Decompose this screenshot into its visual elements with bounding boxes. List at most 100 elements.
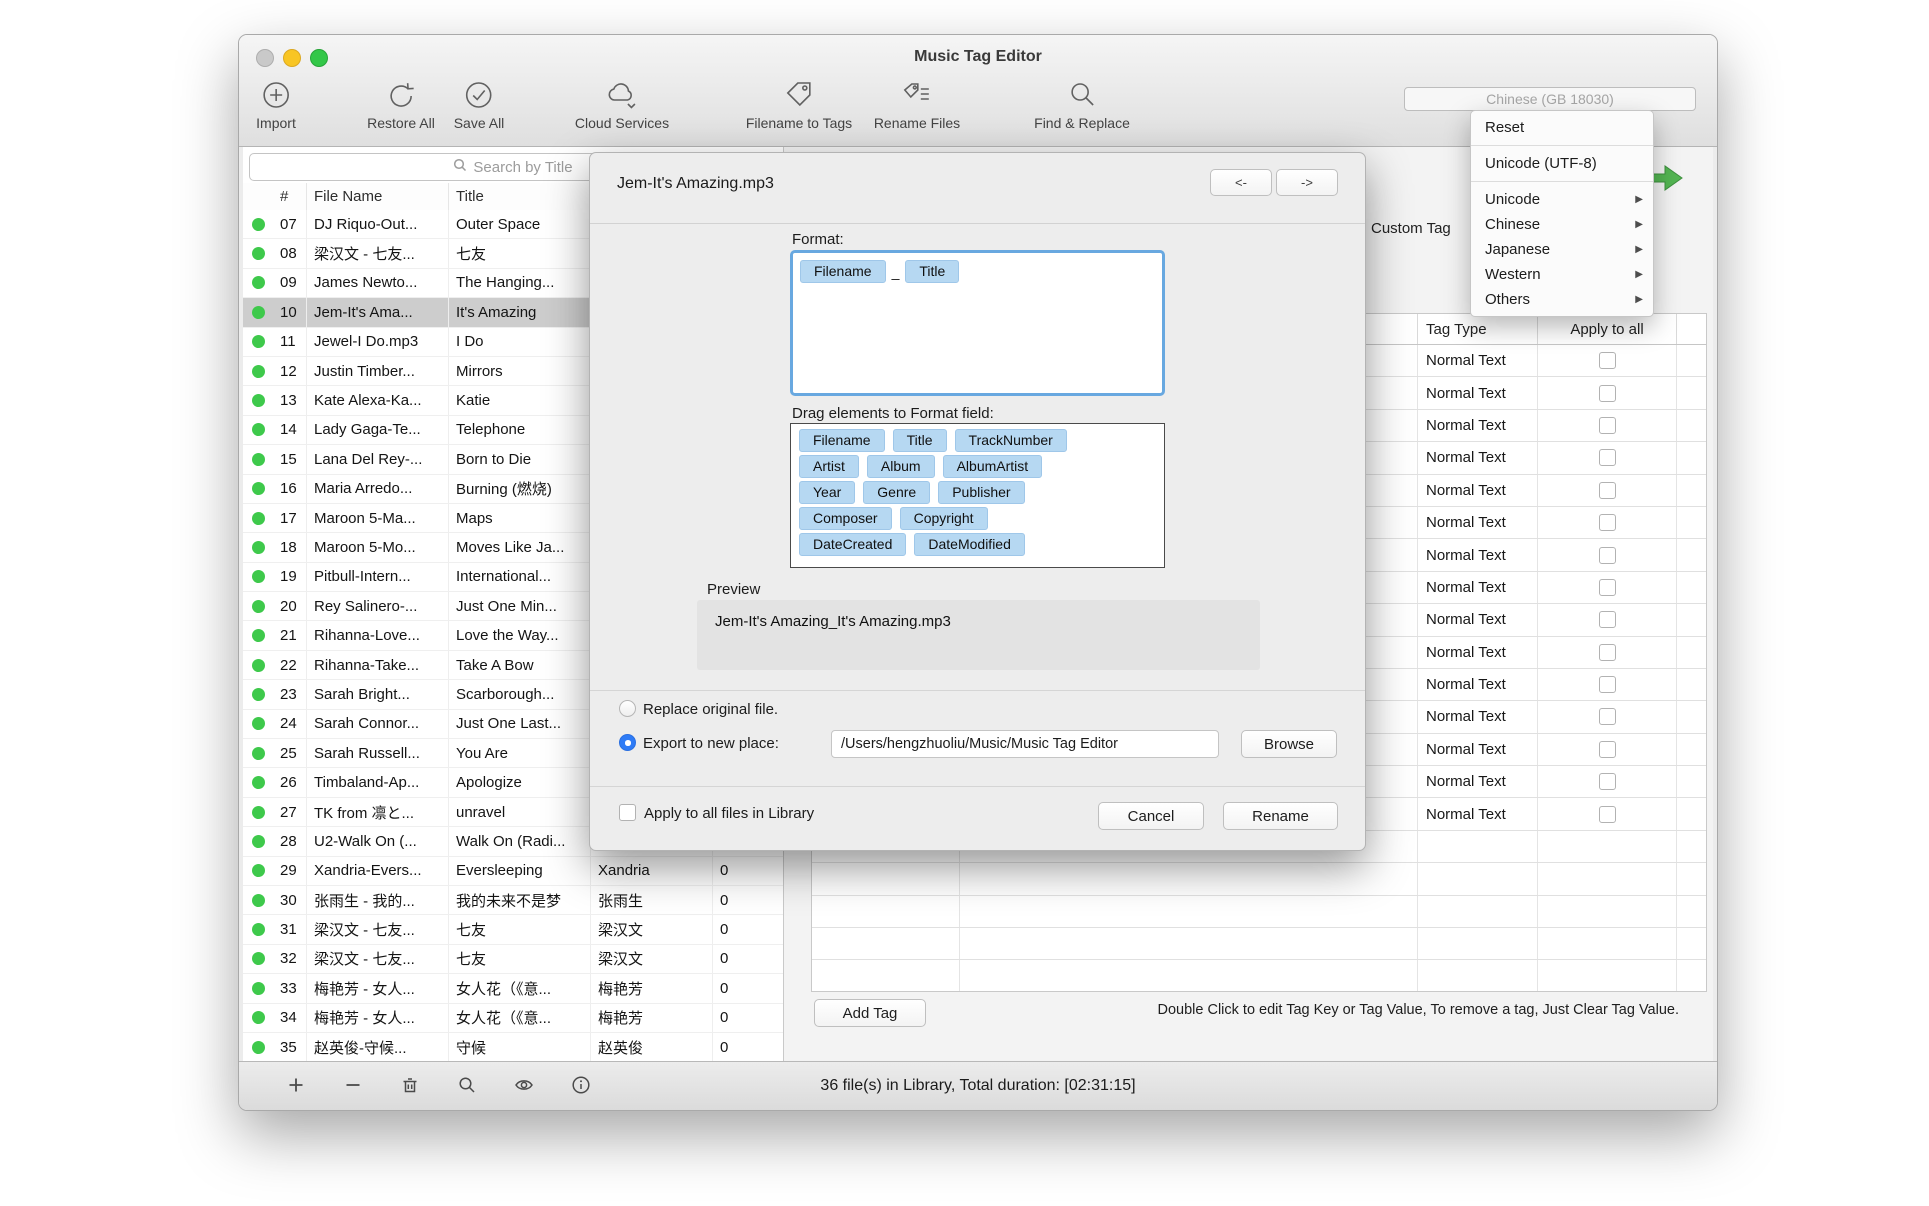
toolbar-rename-files-button[interactable]: Rename Files [874,79,960,131]
apply-checkbox[interactable] [1599,449,1616,466]
apply-all-label[interactable]: Apply to all files in Library [644,805,814,822]
tag-type-column-header[interactable]: Tag Type [1418,314,1538,344]
toolbar-save-all-button[interactable]: Save All [454,79,505,131]
menu-item-others[interactable]: Others▶ [1471,287,1653,312]
file-name-cell: James Newto... [307,269,449,297]
apply-to-all-column-header[interactable]: Apply to all [1538,314,1677,344]
element-token-composer[interactable]: Composer [799,507,892,530]
preview-eye-button[interactable] [514,1075,534,1095]
apply-checkbox[interactable] [1599,741,1616,758]
file-name-cell: Xandria-Evers... [307,857,449,885]
apply-checkbox[interactable] [1599,482,1616,499]
info-button[interactable] [571,1075,591,1095]
menu-item-chinese[interactable]: Chinese▶ [1471,212,1653,237]
tag-type-cell[interactable]: Normal Text [1418,604,1538,635]
tab-custom-tag[interactable]: Custom Tag [1371,220,1451,237]
cancel-button[interactable]: Cancel [1098,802,1204,830]
apply-checkbox[interactable] [1599,644,1616,661]
menu-item-western[interactable]: Western▶ [1471,262,1653,287]
export-new-place-radio[interactable] [619,734,636,751]
tag-type-cell[interactable]: Normal Text [1418,734,1538,765]
element-token-album[interactable]: Album [867,455,935,478]
format-field[interactable]: Filename_Title [790,250,1165,396]
element-token-artist[interactable]: Artist [799,455,859,478]
tag-type-cell[interactable]: Normal Text [1418,507,1538,538]
tag-type-cell[interactable]: Normal Text [1418,669,1538,700]
format-token-title[interactable]: Title [905,260,959,283]
element-token-publisher[interactable]: Publisher [938,481,1024,504]
tag-type-cell[interactable]: Normal Text [1418,766,1538,797]
tag-type-cell[interactable]: Normal Text [1418,442,1538,473]
previous-file-button[interactable]: <- [1210,169,1272,196]
apply-checkbox[interactable] [1599,579,1616,596]
encoding-field[interactable]: Chinese (GB 18030) [1404,87,1696,111]
element-token-genre[interactable]: Genre [863,481,930,504]
tag-type-cell[interactable]: Normal Text [1418,701,1538,732]
file-row[interactable]: 32梁汉文 - 七友...七友梁汉文0 [243,945,783,974]
element-token-copyright[interactable]: Copyright [900,507,988,530]
format-token-filename[interactable]: Filename [800,260,886,283]
trash-button[interactable] [400,1075,420,1095]
file-row[interactable]: 31梁汉文 - 七友...七友梁汉文0 [243,915,783,944]
apply-checkbox[interactable] [1599,611,1616,628]
menu-item-reset[interactable]: Reset [1471,115,1653,140]
menu-item-japanese[interactable]: Japanese▶ [1471,237,1653,262]
remove-file-button[interactable] [343,1075,363,1095]
toolbar-restore-all-button[interactable]: Restore All [367,79,435,131]
menu-item-unicode[interactable]: Unicode▶ [1471,187,1653,212]
tag-type-cell[interactable]: Normal Text [1418,475,1538,506]
browse-button[interactable]: Browse [1241,730,1337,758]
apply-checkbox[interactable] [1599,806,1616,823]
element-token-datecreated[interactable]: DateCreated [799,533,906,556]
apply-checkbox[interactable] [1599,676,1616,693]
element-token-tracknumber[interactable]: TrackNumber [955,429,1067,452]
tag-table-row[interactable] [812,896,1706,928]
tag-type-cell[interactable]: Normal Text [1418,377,1538,408]
tag-table-row[interactable] [812,960,1706,992]
element-token-filename[interactable]: Filename [799,429,885,452]
column-header-file-name[interactable]: File Name [307,183,449,210]
tag-type-cell[interactable]: Normal Text [1418,345,1538,376]
tag-table-row[interactable] [812,928,1706,960]
element-token-datemodified[interactable]: DateModified [914,533,1025,556]
next-file-button[interactable]: -> [1276,169,1338,196]
toolbar-find-replace-button[interactable]: Find & Replace [1034,79,1130,131]
element-token-albumartist[interactable]: AlbumArtist [943,455,1043,478]
element-token-title[interactable]: Title [893,429,947,452]
menu-item-unicode-utf-8-[interactable]: Unicode (UTF-8) [1471,151,1653,176]
add-file-button[interactable] [286,1075,306,1095]
apply-checkbox[interactable] [1599,547,1616,564]
search-library-button[interactable] [457,1075,477,1095]
apply-checkbox[interactable] [1599,514,1616,531]
export-path-field[interactable] [831,730,1219,758]
toolbar-import-button[interactable]: Import [256,79,296,131]
tag-type-cell[interactable]: Normal Text [1418,539,1538,570]
file-row[interactable]: 35赵英俊-守候...守候赵英俊0 [243,1033,783,1062]
toolbar-filename-to-tags-button[interactable]: Filename to Tags [746,79,852,131]
tag-type-cell[interactable]: Normal Text [1418,798,1538,829]
add-tag-button[interactable]: Add Tag [814,999,926,1027]
apply-checkbox[interactable] [1599,417,1616,434]
replace-original-radio[interactable] [619,700,636,717]
apply-checkbox[interactable] [1599,708,1616,725]
file-row[interactable]: 29Xandria-Evers...EversleepingXandria0 [243,857,783,886]
toolbar-cloud-services-button[interactable]: Cloud Services [575,79,669,131]
element-token-year[interactable]: Year [799,481,855,504]
replace-original-label[interactable]: Replace original file. [643,701,778,718]
column-header-number[interactable]: # [273,183,307,210]
file-row[interactable]: 34梅艳芳 - 女人...女人花（《意...梅艳芳0 [243,1004,783,1033]
column-header-title[interactable]: Title [449,183,591,210]
file-row[interactable]: 30张雨生 - 我的...我的未来不是梦张雨生0 [243,886,783,915]
apply-all-checkbox[interactable] [619,804,636,821]
rename-button[interactable]: Rename [1223,802,1338,830]
export-new-place-label[interactable]: Export to new place: [643,735,779,752]
file-row[interactable]: 33梅艳芳 - 女人...女人花（《意...梅艳芳0 [243,974,783,1003]
apply-checkbox[interactable] [1599,385,1616,402]
tag-type-cell[interactable]: Normal Text [1418,572,1538,603]
apply-checkbox[interactable] [1599,773,1616,790]
tag-type-cell[interactable]: Normal Text [1418,637,1538,668]
tag-table-row[interactable] [812,863,1706,895]
apply-checkbox[interactable] [1599,352,1616,369]
file-title-cell: 我的未来不是梦 [449,886,591,914]
tag-type-cell[interactable]: Normal Text [1418,410,1538,441]
